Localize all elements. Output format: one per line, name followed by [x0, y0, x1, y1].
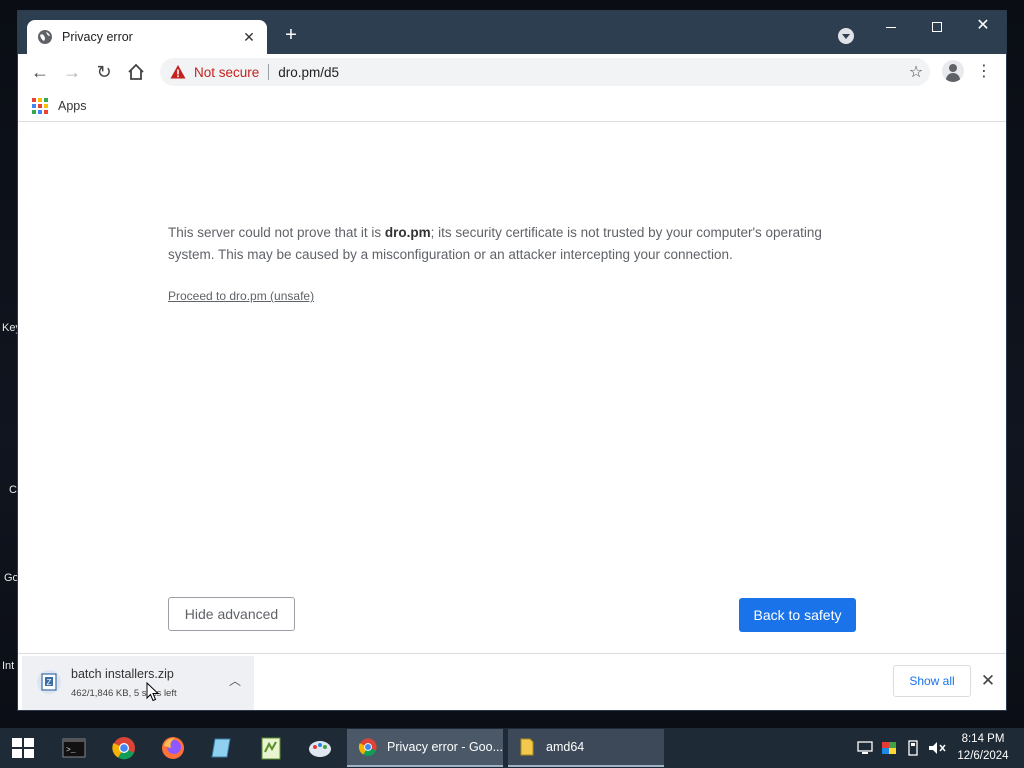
- apps-shortcut[interactable]: Apps: [58, 99, 87, 113]
- taskbar-app-folder[interactable]: amd64: [508, 729, 664, 767]
- download-status: 462/1,846 KB, 5 secs left: [71, 688, 177, 699]
- show-all-downloads-button[interactable]: Show all: [893, 665, 971, 697]
- tab-title: Privacy error: [62, 30, 133, 44]
- system-clock[interactable]: 8:14 PM 12/6/2024: [948, 731, 1018, 765]
- download-file-name: batch installers.zip: [71, 667, 174, 681]
- profile-avatar-icon[interactable]: [942, 60, 964, 82]
- new-tab-icon[interactable]: +: [280, 24, 302, 46]
- close-window-button[interactable]: ✕: [960, 11, 1006, 41]
- network-icon[interactable]: [856, 738, 874, 758]
- svg-text:Z: Z: [47, 678, 52, 687]
- error-details-text: This server could not prove that it is d…: [168, 222, 868, 266]
- forward-arrow-icon[interactable]: →: [60, 60, 84, 84]
- globe-icon: [38, 30, 52, 44]
- error-text-part: This server could not prove that it is: [168, 225, 385, 240]
- browser-toolbar: ← → ↻ Not secure dro.pm/d5 ☆ ⋮: [18, 54, 1006, 90]
- bookmark-star-icon[interactable]: ☆: [902, 62, 930, 82]
- tab-privacy-error[interactable]: Privacy error ✕: [27, 20, 267, 54]
- taskbar-app-label: amd64: [546, 740, 585, 754]
- error-domain: dro.pm: [384, 225, 431, 240]
- chrome-icon: [358, 738, 377, 756]
- chevron-up-icon[interactable]: ︿: [227, 673, 243, 689]
- maximize-button[interactable]: [914, 11, 960, 41]
- taskbar: >_ Privacy error - Goo... amd64 8:14 PM …: [0, 728, 1024, 768]
- firefox-icon[interactable]: [159, 734, 187, 762]
- browser-window: Privacy error ✕ + ✕ ← → ↻ Not secure dro…: [17, 10, 1007, 711]
- bookmarks-bar: Apps: [18, 90, 1006, 122]
- minimize-button[interactable]: [868, 11, 914, 41]
- desktop-icon-label[interactable]: Int: [2, 660, 14, 672]
- address-bar[interactable]: Not secure dro.pm/d5 ☆: [160, 58, 930, 86]
- notepadplus-icon[interactable]: [257, 734, 285, 762]
- url-text[interactable]: dro.pm/d5: [278, 65, 902, 80]
- taskbar-app-chrome[interactable]: Privacy error - Goo...: [347, 729, 503, 767]
- paint-icon[interactable]: [306, 734, 334, 762]
- back-to-safety-button[interactable]: Back to safety: [739, 598, 856, 632]
- warning-icon[interactable]: [170, 64, 186, 80]
- folder-icon: [520, 738, 534, 756]
- chrome-icon[interactable]: [110, 734, 138, 762]
- omnibox-divider: [268, 64, 270, 80]
- clock-time: 8:14 PM: [961, 733, 1005, 745]
- hide-advanced-button[interactable]: Hide advanced: [168, 597, 295, 631]
- taskbar-app-label: Privacy error - Goo...: [387, 740, 503, 754]
- home-icon[interactable]: [124, 60, 148, 84]
- usb-device-icon[interactable]: [905, 738, 921, 758]
- menu-kebab-icon[interactable]: ⋮: [976, 60, 992, 84]
- clock-date: 12/6/2024: [957, 750, 1009, 762]
- interstitial-page: This server could not prove that it is d…: [18, 123, 1006, 653]
- mouse-cursor-icon: [146, 682, 160, 702]
- close-download-shelf-icon[interactable]: ✕: [978, 671, 998, 691]
- back-arrow-icon[interactable]: ←: [28, 60, 52, 84]
- not-secure-label[interactable]: Not secure: [194, 65, 259, 80]
- notepad-icon[interactable]: [208, 734, 236, 762]
- download-item[interactable]: Z batch installers.zip 462/1,846 KB, 5 s…: [22, 656, 254, 710]
- download-shelf: Z batch installers.zip 462/1,846 KB, 5 s…: [18, 653, 1006, 710]
- close-tab-icon[interactable]: ✕: [241, 29, 257, 46]
- tab-search-icon[interactable]: [838, 28, 854, 44]
- proceed-unsafe-link[interactable]: Proceed to dro.pm (unsafe): [168, 289, 314, 303]
- reload-icon[interactable]: ↻: [92, 60, 116, 84]
- terminal-icon[interactable]: >_: [60, 734, 88, 762]
- color-tray-icon[interactable]: [880, 738, 898, 758]
- volume-muted-icon[interactable]: [927, 738, 947, 758]
- zip-file-icon: Z: [37, 670, 61, 694]
- desktop-icon-label[interactable]: C: [9, 484, 17, 496]
- title-bar: Privacy error ✕ + ✕: [18, 11, 1006, 54]
- svg-text:>_: >_: [66, 746, 76, 755]
- windows-start-icon[interactable]: [12, 738, 34, 758]
- apps-grid-icon[interactable]: [32, 97, 48, 114]
